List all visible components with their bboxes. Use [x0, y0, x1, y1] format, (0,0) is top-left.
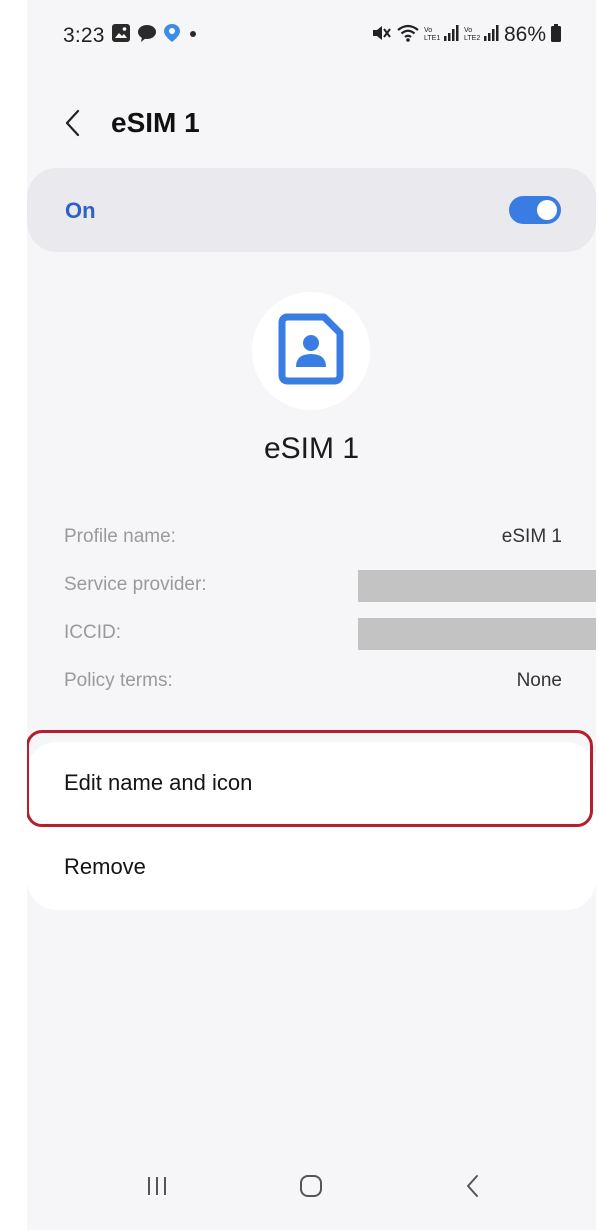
battery-percent: 86%: [503, 23, 546, 46]
detail-label: Profile name:: [64, 526, 176, 547]
profile-icon-circle: [252, 292, 370, 410]
status-time: 3:23: [63, 24, 105, 47]
svg-text:Vo: Vo: [464, 27, 472, 34]
action-label: Remove: [64, 854, 146, 879]
esim-toggle-switch[interactable]: [509, 196, 561, 224]
battery-icon: [550, 23, 562, 48]
esim-toggle-row[interactable]: On: [27, 168, 596, 252]
detail-row-iccid: ICCID:: [64, 618, 596, 666]
recents-icon: [144, 1174, 170, 1203]
mute-icon: [370, 23, 392, 48]
back-icon: [463, 1173, 483, 1204]
nav-back-button[interactable]: [443, 1166, 503, 1210]
navigation-bar: [27, 1150, 596, 1230]
chevron-left-icon: [63, 108, 83, 143]
dot-icon: [187, 23, 199, 48]
back-button[interactable]: [57, 105, 89, 145]
svg-text:LTE1: LTE1: [424, 35, 440, 42]
redacted-value: [358, 618, 596, 650]
detail-row-service-provider: Service provider:: [64, 570, 596, 618]
profile-title: eSIM 1: [263, 432, 360, 465]
detail-value: None: [516, 670, 562, 691]
screen: 3:23 Vo LTE1 Vo LTE2 86% eSIM 1 On eSIM …: [27, 0, 596, 1230]
app-header: eSIM 1: [27, 95, 596, 155]
svg-text:Vo: Vo: [424, 27, 432, 34]
detail-row-policy-terms: Policy terms: None: [64, 666, 574, 714]
chat-icon: [137, 23, 157, 48]
gallery-icon: [111, 23, 131, 48]
system-status-icons: Vo LTE1 Vo LTE2 86%: [370, 22, 562, 48]
toggle-knob: [537, 200, 557, 220]
wifi-icon: [396, 23, 420, 48]
location-pin-icon: [163, 23, 181, 48]
page-title: eSIM 1: [111, 107, 200, 138]
edit-name-and-icon-button[interactable]: Edit name and icon: [27, 742, 596, 826]
sim-card-icon: [276, 313, 346, 390]
remove-button[interactable]: Remove: [27, 826, 596, 910]
status-bar: 3:23 Vo LTE1 Vo LTE2 86%: [27, 0, 596, 70]
detail-row-profile-name: Profile name: eSIM 1: [64, 522, 574, 570]
detail-label: ICCID:: [64, 622, 121, 643]
notification-icons: [111, 23, 199, 48]
svg-text:LTE2: LTE2: [464, 35, 480, 42]
signal-lte2-icon: Vo LTE2: [464, 23, 500, 48]
detail-label: Policy terms:: [64, 670, 173, 691]
redacted-value: [358, 570, 596, 602]
actions-card: Edit name and icon Remove: [27, 742, 596, 910]
signal-lte1-icon: Vo LTE1: [424, 23, 460, 48]
toggle-label: On: [65, 198, 96, 223]
profile-details: Profile name: eSIM 1 Service provider: I…: [64, 522, 596, 714]
recents-button[interactable]: [127, 1166, 187, 1210]
detail-value: eSIM 1: [501, 526, 562, 547]
home-icon: [298, 1173, 324, 1204]
home-button[interactable]: [281, 1166, 341, 1210]
action-label: Edit name and icon: [64, 770, 253, 795]
detail-label: Service provider:: [64, 574, 207, 595]
